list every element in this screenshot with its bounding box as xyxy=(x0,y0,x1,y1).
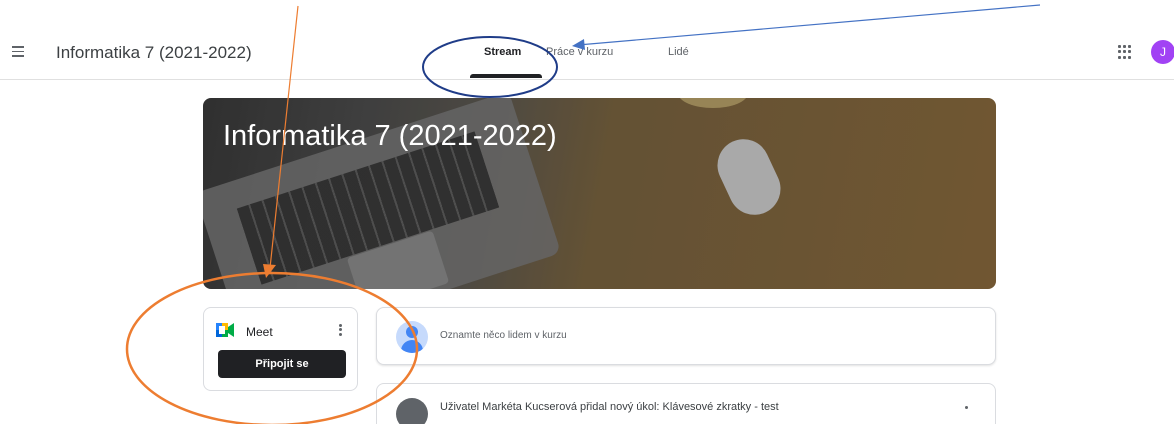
hamburger-menu-icon[interactable] xyxy=(8,43,28,63)
google-meet-icon xyxy=(216,323,234,337)
banner-title[interactable]: Informatika 7 (2021-2022) xyxy=(223,120,557,153)
announce-box[interactable]: Oznamte něco lidem v kurzu xyxy=(376,307,996,365)
class-banner: Informatika 7 (2021-2022) xyxy=(203,98,996,289)
top-app-bar: Informatika 7 (2021-2022) Stream Práce v… xyxy=(0,26,1174,80)
assignment-icon xyxy=(396,398,428,424)
meet-card: Meet Připojit se xyxy=(203,307,358,391)
post-more-options-icon[interactable] xyxy=(965,406,968,409)
meet-label: Meet xyxy=(246,325,273,339)
tab-stream[interactable]: Stream xyxy=(484,46,521,58)
cropped-instruction-caption xyxy=(0,0,1174,8)
tab-classwork[interactable]: Práce v kurzu xyxy=(546,46,613,58)
more-options-icon[interactable] xyxy=(334,322,346,338)
active-tab-indicator xyxy=(470,74,542,78)
join-meet-button[interactable]: Připojit se xyxy=(218,350,346,378)
announce-placeholder: Oznamte něco lidem v kurzu xyxy=(440,330,567,341)
tab-people[interactable]: Lidé xyxy=(668,46,689,58)
stream-post[interactable]: Uživatel Markéta Kucserová přidal nový ú… xyxy=(376,383,996,424)
class-title[interactable]: Informatika 7 (2021-2022) xyxy=(56,43,252,63)
google-apps-icon[interactable] xyxy=(1118,45,1132,59)
post-text: Uživatel Markéta Kucserová přidal nový ú… xyxy=(440,401,779,413)
user-avatar-icon xyxy=(396,321,428,353)
account-avatar[interactable]: J xyxy=(1151,40,1174,64)
